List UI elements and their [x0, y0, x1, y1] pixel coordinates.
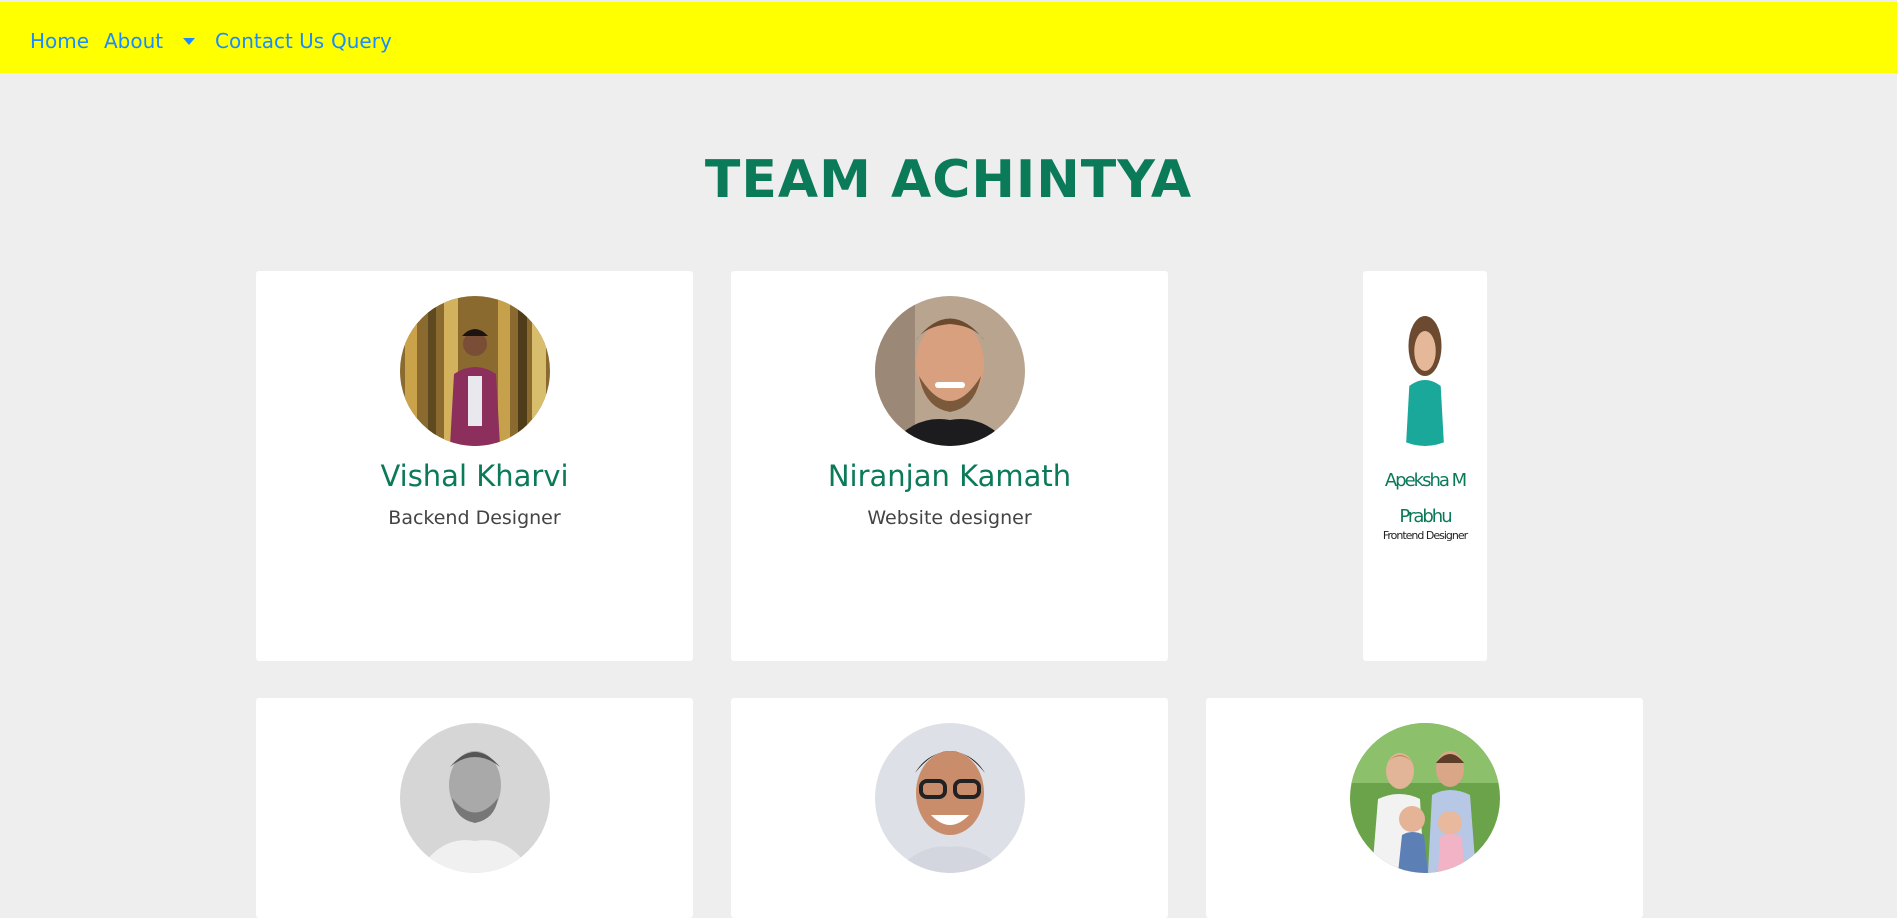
- navbar: Home About Contact Us Query: [0, 2, 1897, 73]
- photo-man-grayscale-icon: [400, 723, 550, 873]
- about-dropdown-chevron-down-icon[interactable]: [183, 38, 195, 45]
- member-role: Website designer: [867, 507, 1032, 529]
- nav-query-link[interactable]: Query: [331, 28, 392, 54]
- member-avatar: [875, 723, 1025, 873]
- nav-about-link[interactable]: About: [104, 28, 163, 54]
- member-avatar: [1350, 723, 1500, 873]
- member-role: Frontend Designer: [1382, 529, 1468, 542]
- team-card-4: [256, 698, 693, 918]
- member-avatar: [400, 723, 550, 873]
- member-avatar: [400, 296, 550, 446]
- member-avatar: [875, 296, 1025, 446]
- page-title: TEAM ACHINTYA: [704, 150, 1193, 210]
- team-card-5: [731, 698, 1168, 918]
- team-card-1: Vishal Kharvi Backend Designer: [256, 271, 693, 661]
- team-card-6: [1206, 698, 1643, 918]
- nav-home-link[interactable]: Home: [30, 28, 89, 54]
- team-card-3: Apeksha M Prabhu Frontend Designer: [1363, 271, 1487, 661]
- member-name: Vishal Kharvi: [380, 459, 569, 493]
- nav-contact-link[interactable]: Contact Us: [215, 28, 324, 54]
- team-card-2: Niranjan Kamath Website designer: [731, 271, 1168, 661]
- photo-man-glasses-icon: [875, 723, 1025, 873]
- photo-man-bamboo-icon: [400, 296, 550, 446]
- member-role: Backend Designer: [388, 507, 561, 529]
- member-name: Niranjan Kamath: [827, 459, 1072, 493]
- photo-family-icon: [1350, 723, 1500, 873]
- photo-woman-teal-icon: [1363, 296, 1487, 446]
- photo-man-beard-icon: [875, 296, 1025, 446]
- member-avatar: [1363, 296, 1487, 446]
